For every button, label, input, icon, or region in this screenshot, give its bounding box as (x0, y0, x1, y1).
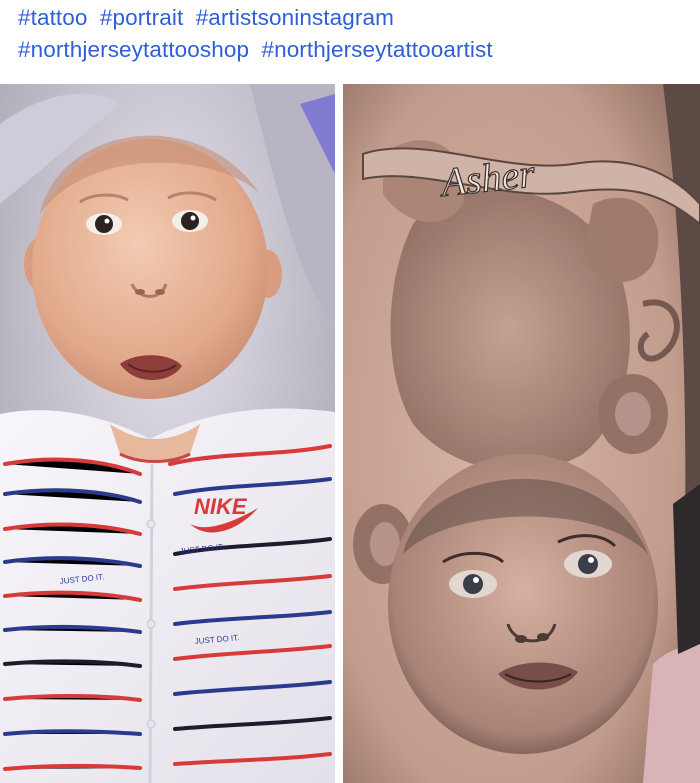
post-card: #tattoo #portrait #artistsoninstagram #n… (0, 0, 700, 783)
photo-collage[interactable]: NIKE JUST DO IT. JUST DO IT. JUST DO IT. (0, 84, 700, 783)
tattoo-photo[interactable]: Asher (343, 84, 700, 783)
hashtag-link[interactable]: #tattoo (18, 5, 88, 30)
svg-text:NIKE: NIKE (194, 494, 248, 519)
hashtag-link[interactable]: #portrait (100, 5, 183, 30)
tattoo-photo-illustration: Asher (343, 84, 700, 783)
caption-line-2: #northjerseytattooshop #northjerseytatto… (18, 34, 688, 66)
post-caption: #tattoo #portrait #artistsoninstagram #n… (18, 2, 688, 66)
baby-photo-illustration: NIKE JUST DO IT. JUST DO IT. JUST DO IT. (0, 84, 335, 783)
baby-photo[interactable]: NIKE JUST DO IT. JUST DO IT. JUST DO IT. (0, 84, 335, 783)
caption-line-1: #tattoo #portrait #artistsoninstagram (18, 2, 688, 34)
baby-face-tattoo (388, 454, 658, 754)
hashtag-link[interactable]: #northjerseytattooartist (261, 37, 492, 62)
hashtag-link[interactable]: #northjerseytattooshop (18, 37, 249, 62)
hashtag-link[interactable]: #artistsoninstagram (196, 5, 394, 30)
photo-divider (335, 84, 343, 783)
